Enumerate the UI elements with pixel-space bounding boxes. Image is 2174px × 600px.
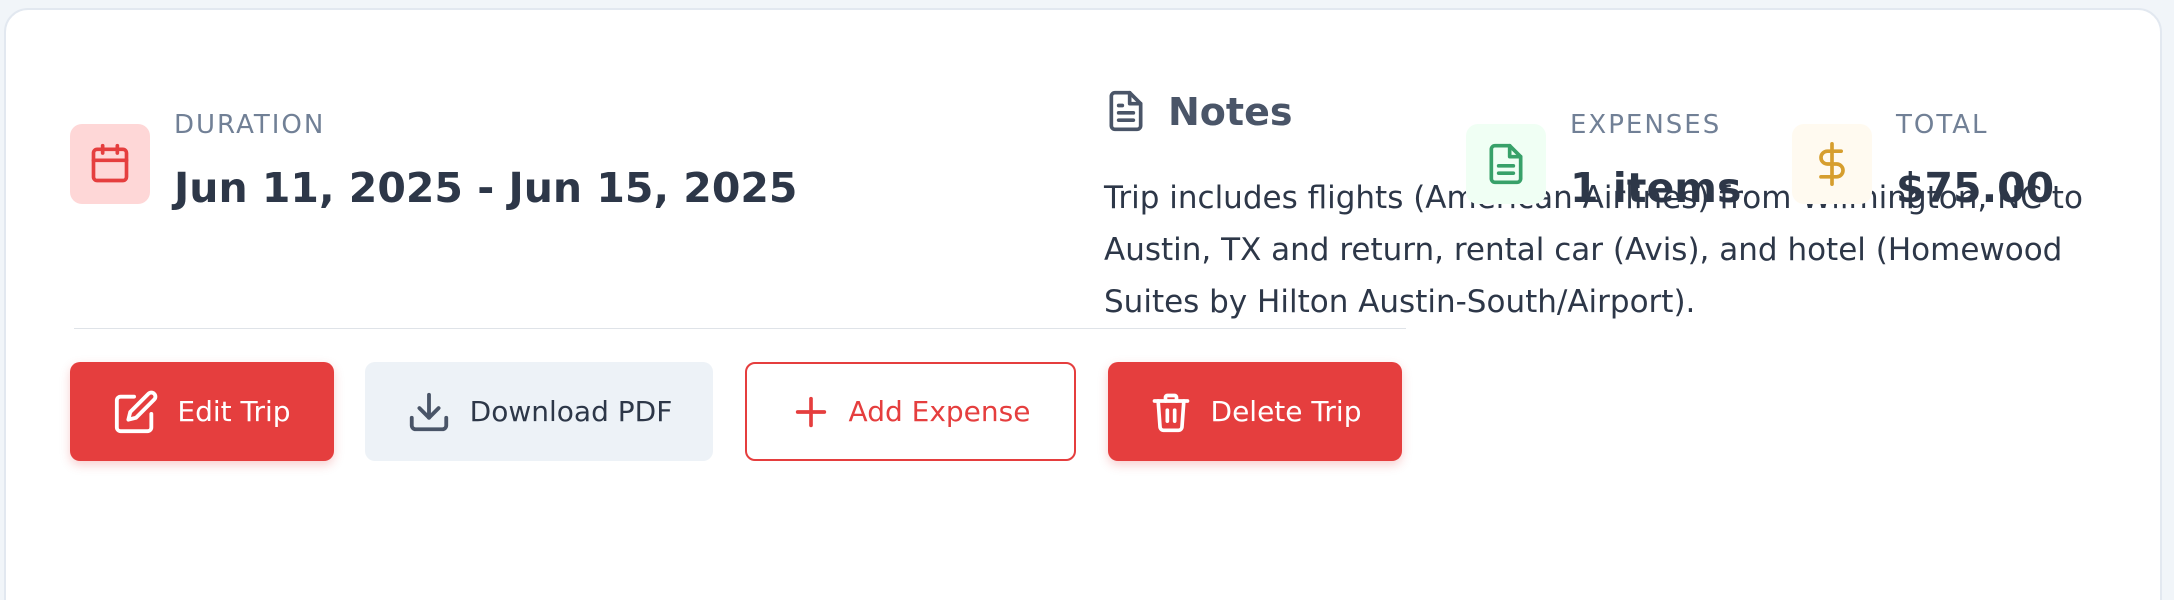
notes-title: Notes bbox=[1168, 90, 1293, 134]
total-value: $75.00 bbox=[1896, 164, 2055, 212]
plus-icon bbox=[795, 396, 826, 427]
document-icon bbox=[1466, 124, 1546, 204]
notes-icon bbox=[1109, 90, 1143, 132]
duration-label: DURATION bbox=[174, 110, 326, 140]
dollar-icon bbox=[1792, 124, 1872, 204]
add-expense-button[interactable]: Add Expense bbox=[745, 362, 1076, 461]
duration-value: Jun 11, 2025 - Jun 15, 2025 bbox=[174, 164, 798, 212]
trip-summary-card: DURATION Jun 11, 2025 - Jun 15, 2025 Not… bbox=[4, 8, 2162, 600]
divider bbox=[74, 328, 1406, 329]
add-expense-label: Add Expense bbox=[848, 395, 1031, 428]
calendar-icon bbox=[70, 124, 150, 204]
delete-trip-button[interactable]: Delete Trip bbox=[1108, 362, 1402, 461]
trash-icon bbox=[1152, 393, 1189, 432]
download-pdf-button[interactable]: Download PDF bbox=[365, 362, 713, 461]
total-label: TOTAL bbox=[1896, 110, 1989, 140]
edit-trip-label: Edit Trip bbox=[177, 395, 291, 428]
expenses-value: 1 items bbox=[1570, 164, 1742, 212]
edit-trip-button[interactable]: Edit Trip bbox=[70, 362, 334, 461]
edit-icon bbox=[115, 390, 158, 433]
delete-trip-label: Delete Trip bbox=[1210, 395, 1362, 428]
download-pdf-label: Download PDF bbox=[469, 395, 673, 428]
download-icon bbox=[409, 392, 448, 431]
expenses-label: EXPENSES bbox=[1570, 110, 1722, 140]
